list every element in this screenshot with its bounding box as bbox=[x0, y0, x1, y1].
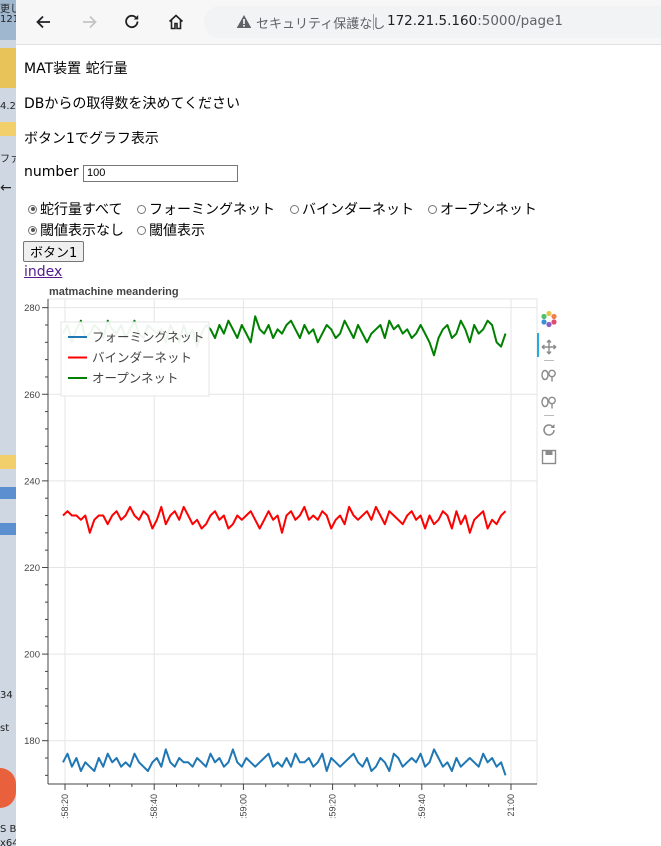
url-text[interactable]: 172.21.5.160:5000/page1 bbox=[387, 13, 563, 29]
number-input[interactable] bbox=[83, 165, 238, 182]
bokeh-logo-icon[interactable] bbox=[540, 310, 558, 328]
radio-button-checked[interactable] bbox=[28, 225, 37, 235]
browser-window: セキュリティ保護なし 172.21.5.160:5000/page1 MAT装置… bbox=[16, 0, 661, 846]
address-bar[interactable]: セキュリティ保護なし 172.21.5.160:5000/page1 bbox=[204, 6, 661, 38]
radio-button[interactable] bbox=[137, 204, 146, 214]
reset-icon[interactable] bbox=[540, 421, 558, 439]
radio-label: 閾値表示なし bbox=[40, 223, 124, 239]
x-tick-label: :59:40 bbox=[417, 794, 427, 819]
y-tick-label: 280 bbox=[24, 303, 40, 314]
y-tick-label: 260 bbox=[24, 390, 40, 401]
desktop-label: 4.2 bbox=[0, 101, 16, 112]
forward-button[interactable] bbox=[75, 8, 103, 36]
radio-series-all[interactable]: 蛇行量すべて bbox=[28, 199, 122, 219]
forward-arrow-icon bbox=[83, 15, 97, 29]
desktop-label: 34 bbox=[0, 690, 13, 701]
radio-button-checked[interactable] bbox=[28, 204, 37, 214]
radio-label: バインダーネット bbox=[302, 202, 414, 218]
chart: matmachine meandering 180 200 220 240 260 280:… bbox=[24, 286, 538, 819]
chart-title: matmachine meandering bbox=[49, 286, 179, 298]
toolbar-divider bbox=[544, 360, 554, 361]
radio-button[interactable] bbox=[290, 204, 299, 214]
desktop-label: 更し bbox=[0, 4, 16, 15]
x-tick-label: 21:00 bbox=[506, 794, 516, 817]
y-tick-label: 240 bbox=[24, 476, 40, 487]
back-arrow-icon bbox=[36, 15, 50, 29]
page-title: MAT装置 蛇行量 bbox=[24, 61, 128, 77]
toolbar-divider bbox=[544, 415, 554, 416]
radio-button[interactable] bbox=[137, 225, 146, 235]
save-icon[interactable] bbox=[540, 448, 558, 466]
url-path: :5000/page1 bbox=[477, 13, 563, 29]
reload-icon bbox=[125, 14, 139, 28]
pan-icon[interactable] bbox=[540, 338, 558, 356]
radio-threshold-on[interactable]: 閾値表示 bbox=[137, 220, 205, 240]
number-label: number bbox=[24, 164, 79, 180]
index-link[interactable]: index bbox=[24, 264, 62, 280]
address-separator bbox=[373, 14, 374, 30]
radio-series-binder[interactable]: バインダーネット bbox=[290, 199, 414, 219]
box-zoom-icon[interactable] bbox=[540, 393, 558, 411]
desktop-label: S BC bbox=[0, 824, 16, 835]
instruction-text-2: ボタン1でグラフ表示 bbox=[24, 131, 159, 147]
radio-label: 蛇行量すべて bbox=[40, 202, 123, 218]
desktop-label: ファ bbox=[0, 154, 16, 165]
legend-label: オープンネット bbox=[92, 371, 179, 386]
radio-series-open[interactable]: オープンネット bbox=[428, 199, 537, 219]
radio-threshold-off[interactable]: 閾値表示なし bbox=[28, 220, 124, 240]
radio-label: オープンネット bbox=[440, 202, 537, 218]
browser-toolbar: セキュリティ保護なし 172.21.5.160:5000/page1 bbox=[16, 0, 661, 45]
desktop-arrow-icon: ← bbox=[0, 180, 12, 196]
y-tick-label: 200 bbox=[24, 650, 40, 661]
desktop-app-icon[interactable] bbox=[0, 768, 16, 808]
legend-label: フォーミングネット bbox=[92, 330, 205, 345]
radio-button[interactable] bbox=[428, 204, 437, 214]
legend-label: バインダーネット bbox=[92, 350, 192, 365]
home-button[interactable] bbox=[162, 8, 190, 36]
desktop-strip: 更し 121 4.2 ファ ← 34 st S BC x64 bbox=[0, 0, 16, 846]
desktop-label: 121 bbox=[0, 14, 16, 25]
radio-series-forming[interactable]: フォーミングネット bbox=[137, 199, 275, 219]
wheel-zoom-icon[interactable] bbox=[540, 366, 558, 384]
url-host: 172.21.5.160 bbox=[387, 13, 478, 29]
active-tool-indicator bbox=[537, 333, 539, 357]
security-label[interactable]: セキュリティ保護なし bbox=[256, 13, 385, 32]
radio-label: 閾値表示 bbox=[149, 223, 205, 239]
desktop-label: st bbox=[0, 723, 10, 734]
back-button[interactable] bbox=[30, 8, 58, 36]
reload-button[interactable] bbox=[118, 8, 146, 36]
x-tick-label: :59:00 bbox=[238, 794, 248, 819]
desktop-label: x64 bbox=[0, 838, 16, 846]
y-tick-label: 220 bbox=[24, 563, 40, 574]
x-tick-label: :58:20 bbox=[60, 794, 70, 819]
x-tick-label: :59:20 bbox=[328, 794, 338, 819]
graph-button[interactable]: ボタン1 bbox=[23, 241, 85, 262]
instruction-text-1: DBからの取得数を決めてください bbox=[24, 96, 240, 112]
x-tick-label: :58:40 bbox=[149, 794, 159, 819]
home-icon bbox=[168, 14, 184, 30]
radio-label: フォーミングネット bbox=[149, 202, 275, 218]
desktop-folder-icon[interactable] bbox=[0, 48, 16, 88]
warning-icon[interactable] bbox=[236, 14, 252, 29]
y-tick-label: 180 bbox=[24, 736, 40, 747]
